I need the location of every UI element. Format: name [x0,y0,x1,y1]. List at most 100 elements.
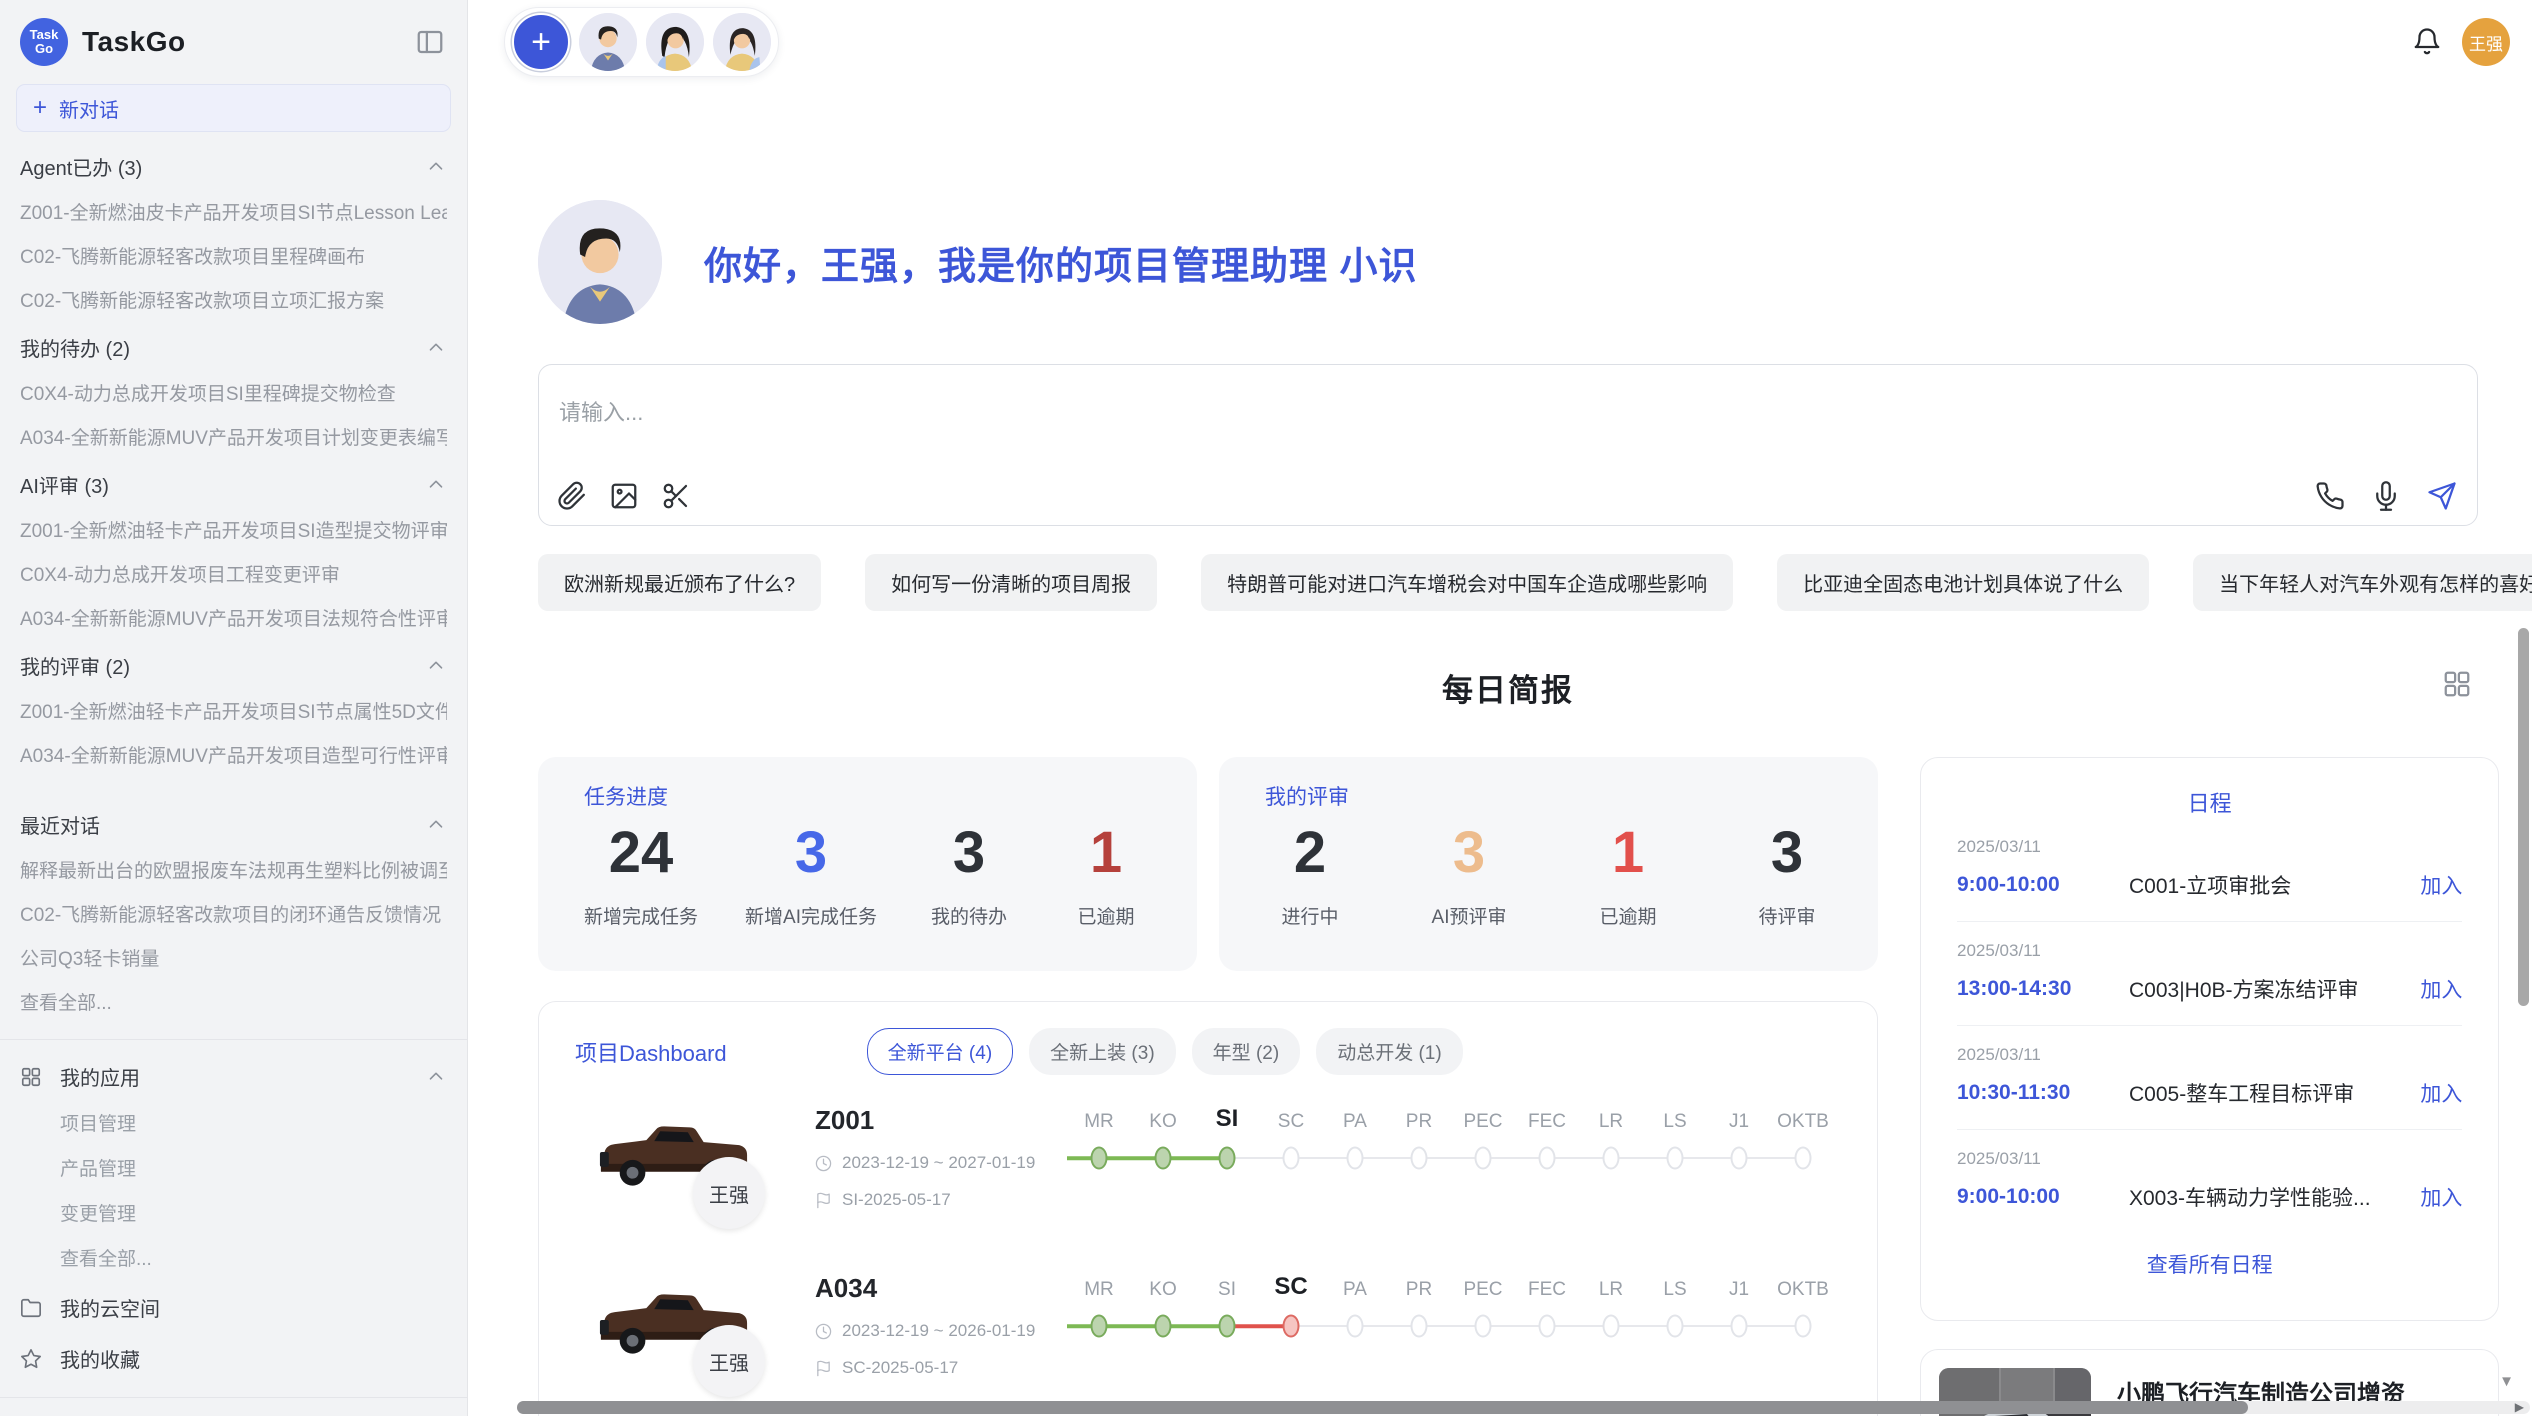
suggestion-chip[interactable]: 欧洲新规最近颁布了什么? [538,554,821,611]
sidebar-collapse-icon[interactable] [415,27,445,57]
milestone-node[interactable] [1091,1315,1108,1338]
sidebar-item[interactable]: A034-全新新能源MUV产品开发项目计划变更表编写 [20,423,447,450]
dashboard-tab[interactable]: 动总开发 (1) [1316,1028,1463,1075]
suggestion-chip[interactable]: 特朗普可能对进口汽车增税会对中国车企造成哪些影响 [1201,554,1733,611]
milestone-node[interactable] [1603,1315,1620,1338]
daily-briefing-title: 每日简报 [538,665,2478,710]
milestone-node[interactable] [1283,1147,1300,1170]
sidebar-item-folder[interactable]: 我的云空间 [20,1293,447,1322]
milestone-node[interactable] [1347,1315,1364,1338]
milestone-node[interactable] [1475,1147,1492,1170]
join-link[interactable]: 加入 [2420,1182,2462,1212]
join-link[interactable]: 加入 [2420,974,2462,1004]
horizontal-scrollbar[interactable]: ▶ [517,1401,2530,1414]
view-all-apps-link[interactable]: 查看全部... [60,1244,447,1271]
schedule-event: 2025/03/1110:30-11:30C005-整车工程目标评审加入 [1957,1026,2462,1130]
milestone-node[interactable] [1347,1147,1364,1170]
milestone-node[interactable] [1667,1315,1684,1338]
image-upload-icon[interactable] [609,481,639,511]
scroll-right-arrow[interactable]: ▶ [2515,1400,2524,1414]
horizontal-scrollbar-thumb[interactable] [517,1401,2248,1414]
milestone-node[interactable] [1603,1147,1620,1170]
sidebar-link-label: 我的收藏 [60,1344,140,1373]
milestone-node[interactable] [1411,1147,1428,1170]
milestone-node[interactable] [1155,1315,1172,1338]
stat-value: 3 [1742,819,1832,886]
sidebar-item[interactable]: C0X4-动力总成开发项目工程变更评审 [20,560,447,587]
sidebar-section-header[interactable]: AI评审 (3) [20,470,447,499]
vertical-scrollbar[interactable] [2518,628,2529,1006]
sidebar-section-header[interactable]: 我的评审 (2) [20,651,447,680]
sidebar-item[interactable]: A034-全新新能源MUV产品开发项目法规符合性评审 [20,604,447,631]
notification-bell-icon[interactable] [2412,27,2442,57]
add-conversation-button[interactable]: + [512,13,570,71]
dashboard-tab[interactable]: 全新上装 (3) [1029,1028,1176,1075]
milestone-node[interactable] [1539,1147,1556,1170]
view-all-schedule-link[interactable]: 查看所有日程 [1957,1249,2462,1279]
event-title: C005-整车工程目标评审 [2129,1078,2420,1108]
briefing-layout-icon[interactable] [2442,669,2472,699]
voice-call-icon[interactable] [2315,481,2345,511]
sidebar-item[interactable]: Z001-全新燃油皮卡产品开发项目SI节点Lesson Learn报告 [20,198,447,225]
milestone-node[interactable] [1731,1147,1748,1170]
milestone-node[interactable] [1283,1315,1300,1338]
screenshot-scissors-icon[interactable] [661,481,691,511]
milestone-node[interactable] [1795,1315,1812,1338]
project-dates-text: 2023-12-19 ~ 2027-01-19 [842,1153,1035,1173]
milestone-node[interactable] [1091,1147,1108,1170]
input-toolbar-right [2315,481,2457,511]
app-link[interactable]: 产品管理 [60,1154,447,1181]
event-time: 9:00-10:00 [1957,1185,2129,1209]
conversation-avatar-2[interactable] [646,13,704,71]
milestone-node[interactable] [1795,1147,1812,1170]
app-link[interactable]: 项目管理 [60,1109,447,1136]
recent-conversation-item[interactable]: 公司Q3轻卡销量 [20,944,447,971]
milestone-node[interactable] [1539,1315,1556,1338]
sidebar-item[interactable]: Z001-全新燃油轻卡产品开发项目SI节点属性5D文件评审 [20,697,447,724]
sidebar-item[interactable]: C02-飞腾新能源轻客改款项目里程碑画布 [20,242,447,269]
app-link[interactable]: 变更管理 [60,1199,447,1226]
attachment-icon[interactable] [557,481,587,511]
view-all-conversations-link[interactable]: 查看全部... [20,988,447,1015]
join-link[interactable]: 加入 [2420,870,2462,900]
recent-conversation-item[interactable]: 解释最新出台的欧盟报废车法规再生塑料比例被调至15%... [20,856,447,883]
conversation-avatar-3[interactable] [713,13,771,71]
milestone: FEC [1515,1107,1579,1173]
scroll-down-arrow[interactable]: ▼ [2499,1373,2514,1390]
recent-conversation-item[interactable]: C02-飞腾新能源轻客改款项目的闭环通告反馈情况 [20,900,447,927]
microphone-icon[interactable] [2371,481,2401,511]
milestone-node[interactable] [1475,1315,1492,1338]
dashboard-tab[interactable]: 年型 (2) [1192,1028,1301,1075]
stats-card: 我的评审2进行中3AI预评审1已逾期3待评审 [1219,757,1878,971]
sidebar-section-title: 我的待办 (2) [20,333,130,362]
milestone-node[interactable] [1155,1147,1172,1170]
stat: 24新增完成任务 [584,819,698,929]
sidebar-section-header[interactable]: Agent已办 (3) [20,152,447,181]
sidebar-item-my-apps[interactable]: 我的应用 [20,1062,447,1091]
conversation-avatar-1[interactable] [579,13,637,71]
chat-input[interactable]: 请输入... [538,364,2478,526]
join-link[interactable]: 加入 [2420,1078,2462,1108]
milestone-node[interactable] [1667,1147,1684,1170]
milestone-node[interactable] [1219,1147,1236,1170]
milestone-node[interactable] [1219,1315,1236,1338]
milestone-timeline: MRKOSISCPAPRPECFECLRLSJ1OKTB [1067,1107,1841,1173]
milestone-node[interactable] [1731,1315,1748,1338]
milestone-node[interactable] [1411,1315,1428,1338]
sidebar-item[interactable]: Z001-全新燃油轻卡产品开发项目SI造型提交物评审 [20,516,447,543]
suggestion-chip[interactable]: 当下年轻人对汽车外观有怎样的喜好趋势 [2193,554,2532,611]
sidebar-item[interactable]: C0X4-动力总成开发项目SI里程碑提交物检查 [20,379,447,406]
new-chat-button[interactable]: + 新对话 [16,84,451,132]
sidebar-section-title: 最近对话 [20,810,100,839]
sidebar-item[interactable]: C02-飞腾新能源轻客改款项目立项汇报方案 [20,286,447,313]
suggestion-chip[interactable]: 如何写一份清晰的项目周报 [865,554,1157,611]
event-row: 9:00-10:00C001-立项审批会加入 [1957,870,2462,900]
sidebar-section-header[interactable]: 最近对话 [20,810,447,839]
suggestion-chip[interactable]: 比亚迪全固态电池计划具体说了什么 [1777,554,2149,611]
sidebar-section-header[interactable]: 我的待办 (2) [20,333,447,362]
sidebar-item-star[interactable]: 我的收藏 [20,1344,447,1373]
user-avatar[interactable]: 王强 [2462,18,2510,66]
dashboard-tab[interactable]: 全新平台 (4) [867,1028,1014,1075]
sidebar-item[interactable]: A034-全新新能源MUV产品开发项目造型可行性评审 [20,741,447,768]
send-icon[interactable] [2427,481,2457,511]
